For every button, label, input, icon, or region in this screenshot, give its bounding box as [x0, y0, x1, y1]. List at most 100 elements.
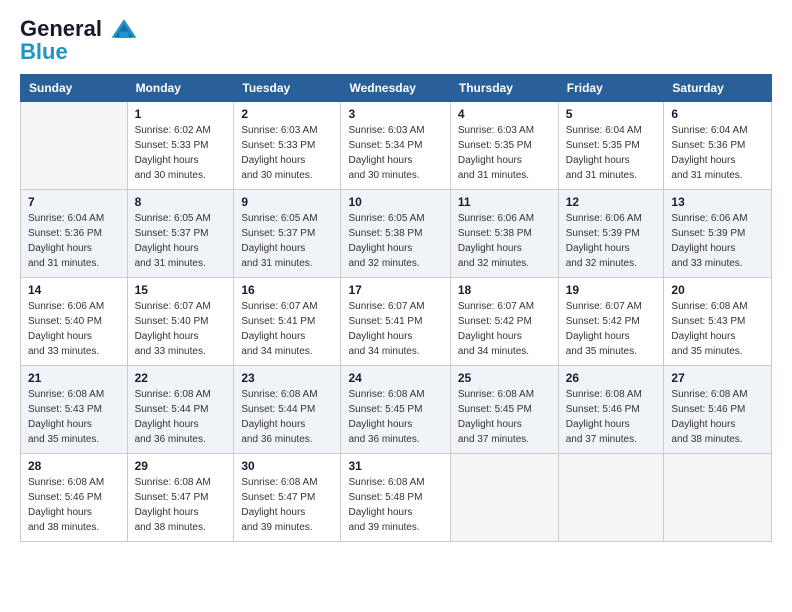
header: General Blue — [20, 16, 772, 64]
day-info: Sunrise: 6:05 AMSunset: 5:37 PMDaylight … — [135, 211, 227, 271]
day-info: Sunrise: 6:02 AMSunset: 5:33 PMDaylight … — [135, 123, 227, 183]
day-number: 21 — [28, 371, 120, 385]
day-number: 10 — [348, 195, 442, 209]
calendar-cell: 7Sunrise: 6:04 AMSunset: 5:36 PMDaylight… — [21, 190, 128, 278]
calendar-cell: 11 Sunrise: 6:06 AMSunset: 5:38 PMDayligh… — [450, 190, 558, 278]
day-number: 29 — [135, 459, 227, 473]
week-row-1: 7Sunrise: 6:04 AMSunset: 5:36 PMDaylight… — [21, 190, 772, 278]
calendar-cell: 12Sunrise: 6:06 AMSunset: 5:39 PMDayligh… — [558, 190, 664, 278]
day-number: 14 — [28, 283, 120, 297]
day-number: 1 — [135, 107, 227, 121]
calendar-cell: 3 Sunrise: 6:03 AMSunset: 5:34 PMDaylight… — [341, 102, 450, 190]
calendar-cell: 8Sunrise: 6:05 AMSunset: 5:37 PMDaylight… — [127, 190, 234, 278]
day-info: Sunrise: 6:08 AMSunset: 5:47 PMDaylight … — [135, 475, 227, 535]
day-info: Sunrise: 6:08 AMSunset: 5:47 PMDaylight … — [241, 475, 333, 535]
calendar-cell: 10 Sunrise: 6:05 AMSunset: 5:38 PMDayligh… — [341, 190, 450, 278]
day-info: Sunrise: 6:08 AMSunset: 5:48 PMDaylight … — [348, 475, 442, 535]
calendar-cell: 24Sunrise: 6:08 AMSunset: 5:45 PMDayligh… — [341, 366, 450, 454]
calendar-cell: 31 Sunrise: 6:08 AMSunset: 5:48 PMDayligh… — [341, 454, 450, 542]
day-info: Sunrise: 6:08 AMSunset: 5:46 PMDaylight … — [28, 475, 120, 535]
day-info: Sunrise: 6:07 AMSunset: 5:41 PMDaylight … — [348, 299, 442, 359]
weekday-tuesday: Tuesday — [234, 75, 341, 102]
calendar-cell: 14 Sunrise: 6:06 AMSunset: 5:40 PMDayligh… — [21, 278, 128, 366]
day-number: 13 — [671, 195, 764, 209]
day-number: 27 — [671, 371, 764, 385]
day-number: 25 — [458, 371, 551, 385]
logo-icon — [110, 16, 138, 44]
day-info: Sunrise: 6:07 AMSunset: 5:42 PMDaylight … — [566, 299, 657, 359]
day-info: Sunrise: 6:08 AMSunset: 5:45 PMDaylight … — [348, 387, 442, 447]
day-info: Sunrise: 6:04 AMSunset: 5:35 PMDaylight … — [566, 123, 657, 183]
calendar-cell: 6 Sunrise: 6:04 AMSunset: 5:36 PMDaylight… — [664, 102, 772, 190]
calendar-cell: 9 Sunrise: 6:05 AMSunset: 5:37 PMDaylight… — [234, 190, 341, 278]
week-row-4: 28 Sunrise: 6:08 AMSunset: 5:46 PMDayligh… — [21, 454, 772, 542]
day-info: Sunrise: 6:04 AMSunset: 5:36 PMDaylight … — [671, 123, 764, 183]
day-info: Sunrise: 6:03 AMSunset: 5:34 PMDaylight … — [348, 123, 442, 183]
day-number: 16 — [241, 283, 333, 297]
day-info: Sunrise: 6:03 AMSunset: 5:35 PMDaylight … — [458, 123, 551, 183]
day-number: 17 — [348, 283, 442, 297]
logo-general: General — [20, 16, 102, 41]
calendar-cell: 29 Sunrise: 6:08 AMSunset: 5:47 PMDayligh… — [127, 454, 234, 542]
calendar-cell: 21 Sunrise: 6:08 AMSunset: 5:43 PMDayligh… — [21, 366, 128, 454]
day-number: 26 — [566, 371, 657, 385]
day-info: Sunrise: 6:08 AMSunset: 5:45 PMDaylight … — [458, 387, 551, 447]
day-number: 3 — [348, 107, 442, 121]
weekday-sunday: Sunday — [21, 75, 128, 102]
day-number: 31 — [348, 459, 442, 473]
weekday-friday: Friday — [558, 75, 664, 102]
day-info: Sunrise: 6:05 AMSunset: 5:38 PMDaylight … — [348, 211, 442, 271]
calendar-cell: 19 Sunrise: 6:07 AMSunset: 5:42 PMDayligh… — [558, 278, 664, 366]
week-row-3: 21 Sunrise: 6:08 AMSunset: 5:43 PMDayligh… — [21, 366, 772, 454]
day-info: Sunrise: 6:06 AMSunset: 5:40 PMDaylight … — [28, 299, 120, 359]
calendar-cell: 15 Sunrise: 6:07 AMSunset: 5:40 PMDayligh… — [127, 278, 234, 366]
day-number: 15 — [135, 283, 227, 297]
calendar-cell: 5 Sunrise: 6:04 AMSunset: 5:35 PMDaylight… — [558, 102, 664, 190]
day-number: 11 — [458, 195, 551, 209]
day-info: Sunrise: 6:07 AMSunset: 5:42 PMDaylight … — [458, 299, 551, 359]
calendar-cell: 28 Sunrise: 6:08 AMSunset: 5:46 PMDayligh… — [21, 454, 128, 542]
day-number: 20 — [671, 283, 764, 297]
logo: General Blue — [20, 16, 138, 64]
page: General Blue SundayMondayTuesdayWednesda — [0, 0, 792, 552]
calendar-table: SundayMondayTuesdayWednesdayThursdayFrid… — [20, 74, 772, 542]
calendar-cell: 16 Sunrise: 6:07 AMSunset: 5:41 PMDayligh… — [234, 278, 341, 366]
calendar-cell: 23Sunrise: 6:08 AMSunset: 5:44 PMDayligh… — [234, 366, 341, 454]
day-info: Sunrise: 6:07 AMSunset: 5:40 PMDaylight … — [135, 299, 227, 359]
day-number: 6 — [671, 107, 764, 121]
day-info: Sunrise: 6:08 AMSunset: 5:46 PMDaylight … — [671, 387, 764, 447]
day-info: Sunrise: 6:08 AMSunset: 5:43 PMDaylight … — [28, 387, 120, 447]
day-info: Sunrise: 6:05 AMSunset: 5:37 PMDaylight … — [241, 211, 333, 271]
day-info: Sunrise: 6:06 AMSunset: 5:39 PMDaylight … — [671, 211, 764, 271]
day-number: 9 — [241, 195, 333, 209]
day-info: Sunrise: 6:08 AMSunset: 5:46 PMDaylight … — [566, 387, 657, 447]
day-number: 4 — [458, 107, 551, 121]
day-number: 30 — [241, 459, 333, 473]
weekday-monday: Monday — [127, 75, 234, 102]
calendar-cell: 25 Sunrise: 6:08 AMSunset: 5:45 PMDayligh… — [450, 366, 558, 454]
day-info: Sunrise: 6:08 AMSunset: 5:43 PMDaylight … — [671, 299, 764, 359]
day-info: Sunrise: 6:04 AMSunset: 5:36 PMDaylight … — [28, 211, 120, 271]
day-info: Sunrise: 6:07 AMSunset: 5:41 PMDaylight … — [241, 299, 333, 359]
calendar-cell — [450, 454, 558, 542]
day-number: 28 — [28, 459, 120, 473]
day-info: Sunrise: 6:03 AMSunset: 5:33 PMDaylight … — [241, 123, 333, 183]
week-row-0: 1 Sunrise: 6:02 AMSunset: 5:33 PMDaylight… — [21, 102, 772, 190]
calendar-cell: 18 Sunrise: 6:07 AMSunset: 5:42 PMDayligh… — [450, 278, 558, 366]
calendar-cell — [558, 454, 664, 542]
weekday-saturday: Saturday — [664, 75, 772, 102]
calendar-cell: 26 Sunrise: 6:08 AMSunset: 5:46 PMDayligh… — [558, 366, 664, 454]
day-number: 19 — [566, 283, 657, 297]
weekday-header-row: SundayMondayTuesdayWednesdayThursdayFrid… — [21, 75, 772, 102]
calendar-cell: 17 Sunrise: 6:07 AMSunset: 5:41 PMDayligh… — [341, 278, 450, 366]
day-number: 22 — [135, 371, 227, 385]
day-number: 2 — [241, 107, 333, 121]
day-number: 5 — [566, 107, 657, 121]
calendar-cell: 30 Sunrise: 6:08 AMSunset: 5:47 PMDayligh… — [234, 454, 341, 542]
calendar-cell: 2 Sunrise: 6:03 AMSunset: 5:33 PMDaylight… — [234, 102, 341, 190]
day-number: 23 — [241, 371, 333, 385]
day-info: Sunrise: 6:06 AMSunset: 5:38 PMDaylight … — [458, 211, 551, 271]
calendar-cell: 13 Sunrise: 6:06 AMSunset: 5:39 PMDayligh… — [664, 190, 772, 278]
weekday-thursday: Thursday — [450, 75, 558, 102]
day-number: 18 — [458, 283, 551, 297]
